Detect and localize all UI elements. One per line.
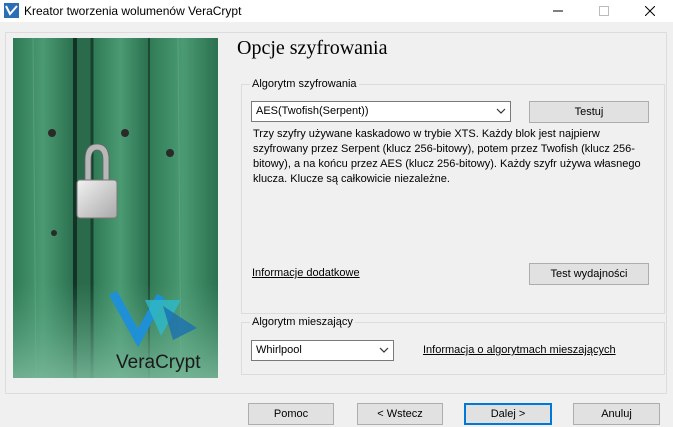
maximize-icon: [599, 6, 609, 16]
encryption-group-label: Algorytm szyfrowania: [250, 78, 359, 90]
encryption-algorithm-select[interactable]: AES(Twofish(Serpent)): [251, 101, 511, 122]
hash-algorithm-value: Whirlpool: [256, 344, 302, 356]
back-button[interactable]: < Wstecz: [357, 403, 443, 425]
test-button[interactable]: Testuj: [529, 101, 649, 123]
hash-info-link[interactable]: Informacja o algorytmach mieszających: [423, 344, 616, 356]
minimize-button[interactable]: [535, 0, 581, 22]
window-title: Kreator tworzenia wolumenów VeraCrypt: [24, 4, 242, 18]
benchmark-button[interactable]: Test wydajności: [529, 263, 649, 285]
chevron-down-icon: [379, 347, 389, 353]
close-icon: [645, 6, 655, 16]
help-button[interactable]: Pomoc: [248, 403, 334, 425]
encryption-algorithm-value: AES(Twofish(Serpent)): [256, 105, 369, 117]
minimize-icon: [553, 10, 563, 12]
veracrypt-app-icon: [4, 3, 19, 18]
page-title: Opcje szyfrowania: [237, 37, 388, 59]
wizard-banner-image: VeraCrypt: [13, 38, 218, 378]
algorithm-description: Trzy szyfry używane kaskadowo w trybie X…: [253, 128, 641, 185]
next-button[interactable]: Dalej >: [464, 403, 552, 425]
padlock-door-illustration: VeraCrypt: [13, 38, 218, 378]
cancel-button[interactable]: Anuluj: [573, 403, 660, 425]
close-button[interactable]: [627, 0, 673, 22]
more-info-link[interactable]: Informacje dodatkowe: [252, 267, 360, 279]
chevron-down-icon: [496, 108, 506, 114]
title-bar: Kreator tworzenia wolumenów VeraCrypt: [0, 0, 673, 22]
veracrypt-brand-text: VeraCrypt: [116, 352, 201, 373]
maximize-button[interactable]: [581, 0, 627, 22]
wizard-client-area: VeraCrypt Opcje szyfrowania Algorytm szy…: [0, 22, 673, 427]
hash-group-label: Algorytm mieszający: [250, 316, 355, 328]
hash-algorithm-select[interactable]: Whirlpool: [251, 340, 394, 361]
